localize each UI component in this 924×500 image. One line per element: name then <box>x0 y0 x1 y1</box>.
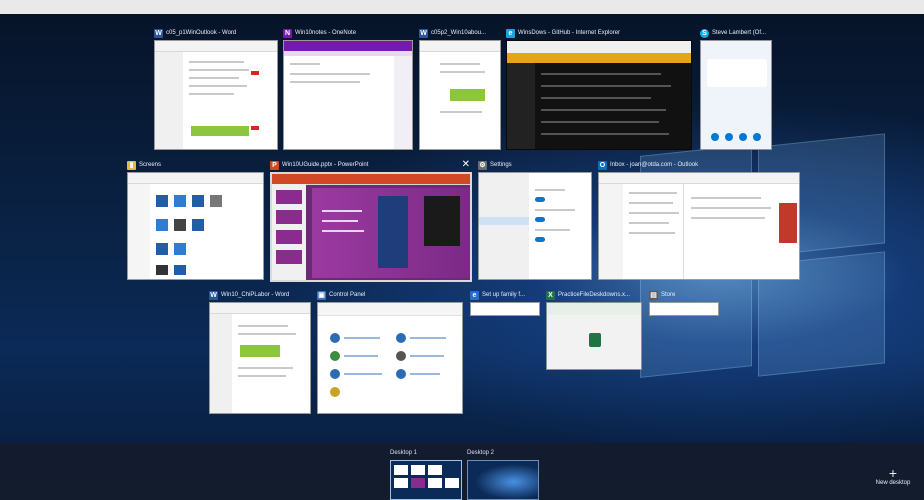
window-title: Set up family f... <box>482 292 526 298</box>
window-settings[interactable]: ⚙ Settings <box>478 160 592 280</box>
window-thumbnail <box>478 172 592 280</box>
edge-icon: e <box>470 290 479 300</box>
window-title: PracticeFileDeskdowns.x... <box>558 292 631 298</box>
word-icon: W <box>209 290 218 300</box>
window-word-about[interactable]: Wc05p2_Win10abou... <box>419 28 501 150</box>
window-thumbnail <box>470 302 540 316</box>
window-title: c05p2_Win10abou... <box>431 30 487 36</box>
window-word-outlook[interactable]: Wc05_p1WinOutlook - Word <box>154 28 278 150</box>
plus-icon: + <box>888 465 898 481</box>
window-word-chaplabor[interactable]: W Win10_ChiPLabor - Word <box>209 290 311 414</box>
word-icon: W <box>419 28 428 38</box>
window-thumbnail <box>649 302 719 316</box>
top-bar <box>0 0 924 14</box>
window-thumbnail <box>270 172 472 282</box>
desktop-label: Desktop 1 <box>390 450 418 456</box>
window-thumbnail <box>506 40 692 150</box>
window-title: Store <box>661 292 676 298</box>
window-thumbnail <box>127 172 264 280</box>
desktop-2-thumbnail[interactable]: Desktop 2 <box>467 450 539 500</box>
folder-icon: ▮ <box>127 160 136 170</box>
window-internet-explorer[interactable]: e WinsDows - GitHub - Internet Explorer <box>506 28 692 150</box>
window-store[interactable]: ▤ Store <box>649 290 719 316</box>
gear-icon: ⚙ <box>478 160 487 170</box>
window-powerpoint[interactable]: P Win10UGuide.pptx - PowerPoint ✕ <box>270 159 472 282</box>
window-excel[interactable]: X PracticeFileDeskdowns.x... <box>546 290 642 370</box>
window-title: WinsDows - GitHub - Internet Explorer <box>518 30 621 36</box>
window-thumbnail <box>546 302 642 370</box>
window-title: Screens <box>139 162 162 168</box>
window-thumbnail <box>283 40 413 150</box>
window-thumbnail <box>419 40 501 150</box>
new-desktop-button[interactable]: + New desktop <box>868 466 918 486</box>
new-desktop-label: New desktop <box>875 480 911 486</box>
excel-icon: X <box>546 290 555 300</box>
window-edge-family[interactable]: e Set up family f... <box>470 290 540 316</box>
window-title: c05_p1WinOutlook - Word <box>166 30 237 36</box>
window-thumbnail <box>209 302 311 414</box>
window-skype[interactable]: S Steve Lambert (Of... <box>700 28 772 150</box>
window-thumbnail <box>700 40 772 150</box>
window-title: Settings <box>490 162 512 168</box>
outlook-icon: O <box>598 160 607 170</box>
skype-icon: S <box>700 28 709 38</box>
onenote-icon: N <box>283 28 292 38</box>
internet-explorer-icon: e <box>506 28 515 38</box>
window-title: Win10notes - OneNote <box>295 30 357 36</box>
window-thumbnail <box>598 172 800 280</box>
window-control-panel[interactable]: ▣ Control Panel <box>317 290 463 414</box>
word-icon: W <box>154 28 163 38</box>
window-outlook[interactable]: O Inbox - joan@otda.com - Outlook <box>598 160 800 280</box>
window-title: Win10_ChiPLabor - Word <box>221 292 290 298</box>
window-title: Win10UGuide.pptx - PowerPoint <box>282 162 369 168</box>
window-title: Inbox - joan@otda.com - Outlook <box>610 162 699 168</box>
powerpoint-icon: P <box>270 160 279 170</box>
window-thumbnail <box>317 302 463 414</box>
window-thumbnail <box>154 40 278 150</box>
window-title: Steve Lambert (Of... <box>712 30 767 36</box>
control-panel-icon: ▣ <box>317 290 326 300</box>
window-onenote[interactable]: N Win10notes - OneNote <box>283 28 413 150</box>
virtual-desktops-bar <box>0 443 924 500</box>
store-icon: ▤ <box>649 290 658 300</box>
desktop-1-thumbnail[interactable]: Desktop 1 <box>390 450 462 500</box>
desktop-label: Desktop 2 <box>467 450 495 456</box>
excel-logo-icon <box>589 333 601 347</box>
window-file-explorer-screens[interactable]: ▮ Screens <box>127 160 264 280</box>
window-title: Control Panel <box>329 292 366 298</box>
close-icon[interactable]: ✕ <box>462 159 470 170</box>
